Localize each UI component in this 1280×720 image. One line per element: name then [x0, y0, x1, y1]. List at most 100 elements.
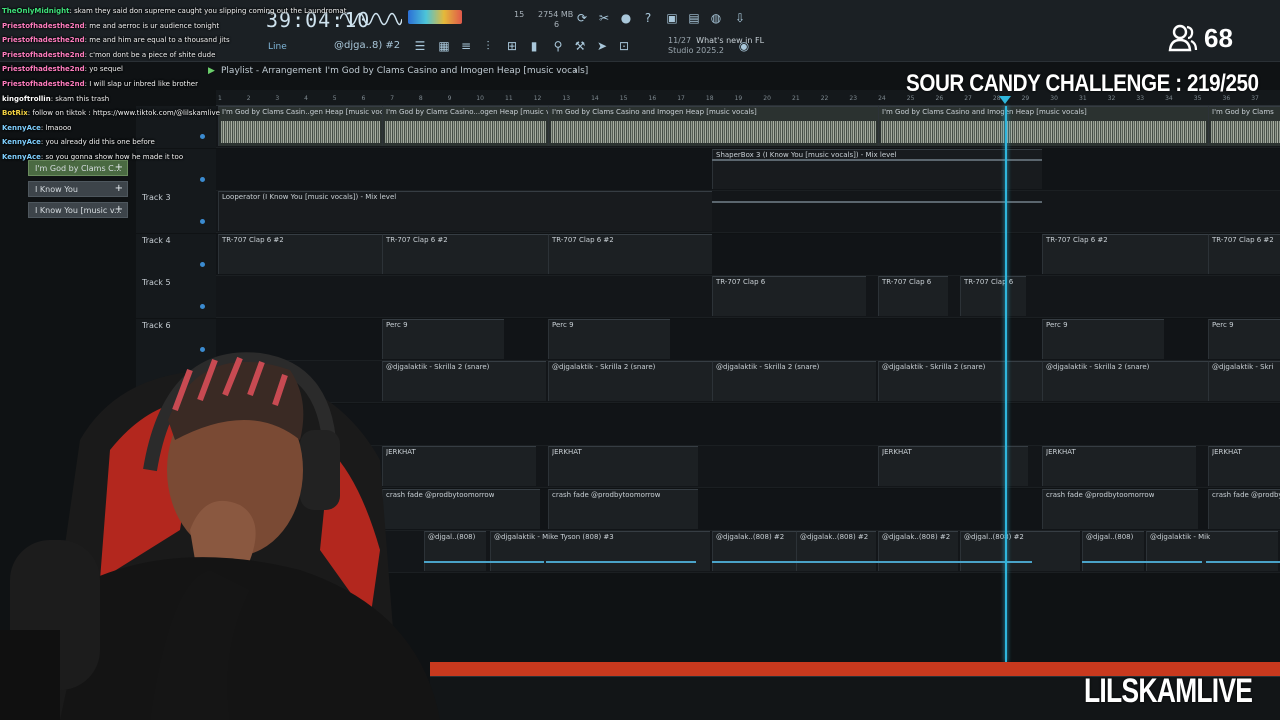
add-icon[interactable]: + — [115, 183, 123, 194]
clip-label: I'm God by Clams Casino...ogen Heap [mus… — [386, 108, 571, 116]
chat-icon[interactable]: ◍ — [708, 10, 724, 26]
automation-line[interactable] — [712, 201, 1042, 203]
playlist-clip[interactable]: TR-707 Clap 6 — [960, 276, 1026, 316]
track-name: Track 5 — [142, 278, 171, 287]
cut-icon[interactable]: ✂ — [596, 10, 612, 26]
playlist-clip[interactable]: @djgalaktik - Skrilla 2 (snare) — [548, 361, 714, 401]
playlist-clip[interactable]: JERKHAT — [548, 446, 698, 486]
playlist-clip[interactable]: TR-707 Clap 6 #2 — [382, 233, 548, 274]
playlist-clip[interactable]: TR-707 Clap 6 — [712, 276, 866, 316]
playlist-clip[interactable]: @djgal..(808) #2 — [960, 531, 1080, 571]
clip-label: @djgalaktik - Skrilla 2 (snare) — [882, 363, 986, 371]
playlist-clip[interactable]: @djgal..(808) — [1082, 531, 1144, 571]
ruler-tick: 13 — [562, 95, 571, 102]
metronome-icon[interactable]: ⟳ — [574, 10, 590, 26]
track-header[interactable]: Track 3 — [136, 191, 216, 233]
add-icon[interactable]: + — [115, 204, 123, 215]
playlist-clip[interactable]: @djgalak..(808) #2 — [878, 531, 958, 571]
channel-rack-icon[interactable]: ▦ — [436, 38, 452, 54]
playhead[interactable] — [1005, 106, 1007, 662]
playlist-clip[interactable]: I'm God by Clams Casino and Imogen Heap … — [878, 106, 1208, 146]
cart-icon[interactable]: ⊡ — [616, 38, 632, 54]
chat-text: : lmaooo — [40, 123, 72, 132]
track-active-indicator[interactable] — [200, 176, 205, 182]
playlist-clip[interactable]: Perc 9 — [1208, 318, 1280, 359]
viewer-count: 68 — [1204, 22, 1233, 53]
playlist-clip[interactable]: Perc 9 — [1042, 318, 1164, 359]
chat-text: : I will slap ur inbred like brother — [84, 79, 198, 88]
track-name: Track 3 — [142, 193, 171, 202]
chat-text: : follow on tiktok : https://www.tiktok.… — [27, 109, 220, 118]
track-header[interactable]: Track 5 — [136, 276, 216, 318]
audio-waveform — [551, 121, 876, 143]
ruler-tick: 18 — [705, 95, 714, 102]
playlist-clip[interactable]: TR-707 Clap 6 #2 — [1208, 233, 1280, 274]
playlist-clip[interactable]: JERKHAT — [1208, 446, 1280, 486]
ruler-tick: 17 — [677, 95, 685, 102]
wrench-icon[interactable]: ⚒ — [572, 38, 588, 54]
browser-icon[interactable]: ⊞ — [504, 38, 520, 54]
playlist-clip[interactable]: @djgalaktik - Skri — [1208, 361, 1280, 401]
note-line — [1082, 561, 1202, 563]
cpu-readout: 15 — [514, 10, 525, 19]
chat-message: TheOnlyMidnight: skam they said don supr… — [2, 4, 382, 19]
voices-readout: 6 — [554, 20, 560, 29]
picker-panel: I'm God by Clams C... + I Know You + I Know … — [28, 160, 128, 223]
chat-message: KennyAce: you already did this one befor… — [2, 135, 382, 150]
chat-username: Priestofhadesthe2nd — [2, 50, 85, 59]
mixer-icon[interactable]: ≡ — [458, 38, 474, 54]
clip-label: @djgalaktik - Skrilla 2 (snare) — [1046, 363, 1150, 371]
automation-line[interactable] — [712, 158, 1042, 161]
chat-username: KennyAce — [2, 138, 41, 147]
playlist-clip[interactable]: Looperator (I Know You [music vocals]) -… — [218, 191, 712, 231]
playlist-clip[interactable]: I'm God by Clams — [1208, 106, 1280, 146]
playlist-clip[interactable]: TR-707 Clap 6 #2 — [218, 233, 382, 274]
track-active-indicator[interactable] — [200, 261, 205, 267]
chat-username: kingoftrollin — [2, 94, 51, 103]
news-title: What's new in FL — [696, 36, 765, 45]
ruler-tick: 15 — [619, 95, 628, 102]
globe-icon[interactable]: ◉ — [736, 38, 752, 54]
playlist-clip[interactable]: I'm God by Clams Casino and Imogen Heap … — [548, 106, 878, 146]
playlist-clip[interactable]: Perc 9 — [548, 318, 670, 359]
piano-roll-icon[interactable]: ⫶ — [480, 38, 496, 54]
playlist-clip[interactable]: @djgalaktik - Skrilla 2 (snare) — [1042, 361, 1208, 401]
playlist-icon[interactable]: ☰ — [412, 38, 428, 54]
clip-label: TR-707 Clap 6 #2 — [386, 235, 448, 244]
playlist-clip[interactable]: @djgalak..(808) #2 — [712, 531, 796, 571]
clip-label: crash fade @prodbytoomorrow — [1212, 490, 1280, 499]
pin-icon[interactable]: ⚲ — [550, 38, 566, 54]
playlist-clip[interactable]: TR-707 Clap 6 #2 — [548, 233, 712, 274]
picker-item[interactable]: I Know You [music v... + — [28, 202, 128, 218]
help-icon[interactable]: ? — [640, 10, 656, 26]
playlist-clip[interactable]: @djgalaktik - Skrilla 2 (snare) — [878, 361, 1044, 401]
track-active-indicator[interactable] — [200, 219, 205, 224]
playlist-clip[interactable]: ShaperBox 3 (I Know You [music vocals]) … — [712, 148, 1042, 189]
playlist-track[interactable]: Track 5 TR-707 Clap 6 TR-707 Clap 6 TR-707 … — [136, 276, 1280, 318]
download-icon[interactable]: ⇩ — [732, 10, 748, 26]
track-header[interactable]: Track 4 — [136, 233, 216, 276]
playlist-clip[interactable]: @djgalaktik - Mike Tyson (808) #3 — [490, 531, 710, 571]
playlist-clip[interactable]: crash fade @prodbytoomorrow — [548, 488, 698, 529]
playlist-clip[interactable]: @djgalaktik - Skrilla 2 (snare) — [712, 361, 876, 401]
clip-label: TR-707 Clap 6 #2 — [552, 235, 614, 244]
plane-icon[interactable]: ➤ — [594, 38, 610, 54]
playlist-track[interactable]: Track 4 TR-707 Clap 6 #2 TR-707 Clap 6 #2 T… — [136, 233, 1280, 276]
playlist-clip[interactable]: crash fade @prodbytoomorrow — [1208, 488, 1280, 529]
track-active-indicator[interactable] — [200, 304, 205, 309]
playlist-clip[interactable]: JERKHAT — [1042, 446, 1196, 486]
picker-item[interactable]: I Know You + — [28, 181, 128, 197]
save-icon[interactable]: ▣ — [664, 10, 680, 26]
playlist-track[interactable]: Track 3 Looperator (I Know You [music voc… — [136, 191, 1280, 233]
playlist-clip[interactable]: TR-707 Clap 6 #2 — [1042, 233, 1208, 274]
playlist-clip[interactable]: @djgalaktik - Mik — [1146, 531, 1278, 571]
playlist-clip[interactable]: I'm God by Clams Casino...ogen Heap [mus… — [382, 106, 571, 146]
plugin-icon[interactable]: ▮ — [526, 38, 542, 54]
playlist-clip[interactable]: TR-707 Clap 6 — [878, 276, 948, 316]
clip-label: ShaperBox 3 (I Know You [music vocals]) … — [716, 150, 897, 159]
playlist-clip[interactable]: @djgalak..(808) #2 — [796, 531, 876, 571]
render-icon[interactable]: ▤ — [686, 10, 702, 26]
microphone-icon[interactable]: ● — [618, 10, 634, 26]
playlist-clip[interactable]: crash fade @prodbytoomorrow — [1042, 488, 1198, 529]
clip-label: Perc 9 — [1046, 320, 1068, 329]
